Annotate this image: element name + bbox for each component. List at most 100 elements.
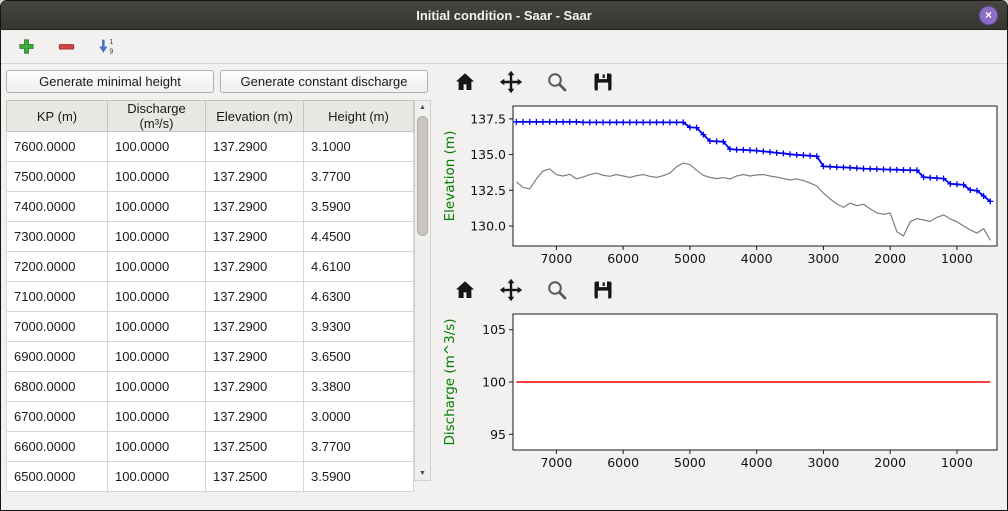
sort-button[interactable]: 1 9: [93, 34, 119, 60]
table-row[interactable]: 6800.0000100.0000137.29003.3800: [7, 372, 414, 402]
table-cell[interactable]: 137.2500: [206, 432, 304, 462]
table-cell[interactable]: 100.0000: [108, 192, 206, 222]
table-cell[interactable]: 7000.0000: [7, 312, 108, 342]
table-cell[interactable]: 3.6500: [304, 342, 414, 372]
table-cell[interactable]: 7300.0000: [7, 222, 108, 252]
table-cell[interactable]: 137.2900: [206, 282, 304, 312]
table-cell[interactable]: 100.0000: [108, 342, 206, 372]
column-header[interactable]: KP (m): [7, 101, 108, 132]
save-button[interactable]: [589, 68, 617, 96]
column-header[interactable]: Height (m): [304, 101, 414, 132]
table-cell[interactable]: 7600.0000: [7, 132, 108, 162]
table-cell[interactable]: 3.5900: [304, 462, 414, 492]
table-cell[interactable]: 7500.0000: [7, 162, 108, 192]
table-cell[interactable]: 3.5900: [304, 192, 414, 222]
table-cell[interactable]: 137.2900: [206, 192, 304, 222]
table-cell[interactable]: 100.0000: [108, 402, 206, 432]
table-zone: KP (m)Discharge (m³/s)Elevation (m)Heigh…: [6, 100, 433, 492]
svg-text:137.5: 137.5: [470, 111, 506, 126]
table-cell[interactable]: 3.1000: [304, 132, 414, 162]
home-button[interactable]: [451, 68, 479, 96]
table-cell[interactable]: 4.4500: [304, 222, 414, 252]
table-row[interactable]: 6600.0000100.0000137.25003.7700: [7, 432, 414, 462]
table-cell[interactable]: 137.2900: [206, 312, 304, 342]
generator-buttons: Generate minimal height Generate constan…: [6, 70, 433, 93]
table-row[interactable]: 7100.0000100.0000137.29004.6300: [7, 282, 414, 312]
table-cell[interactable]: 4.6100: [304, 252, 414, 282]
table-cell[interactable]: 3.7700: [304, 432, 414, 462]
generate-minimal-height-button[interactable]: Generate minimal height: [6, 70, 214, 93]
delete-row-button[interactable]: [53, 34, 79, 60]
svg-text:Elevation (m): Elevation (m): [442, 131, 458, 222]
column-header[interactable]: Elevation (m): [206, 101, 304, 132]
table-cell[interactable]: 3.9300: [304, 312, 414, 342]
scroll-down-icon[interactable]: ▼: [415, 467, 430, 480]
table-vertical-scrollbar[interactable]: ▲ ▼: [414, 100, 431, 481]
titlebar[interactable]: Initial condition - Saar - Saar ×: [1, 1, 1007, 30]
generate-constant-discharge-button[interactable]: Generate constant discharge: [220, 70, 428, 93]
svg-text:4000: 4000: [741, 251, 773, 266]
pan-icon: [499, 278, 523, 302]
table-cell[interactable]: 6600.0000: [7, 432, 108, 462]
table-cell[interactable]: 100.0000: [108, 282, 206, 312]
table-cell[interactable]: 6700.0000: [7, 402, 108, 432]
table-cell[interactable]: 137.2900: [206, 372, 304, 402]
table-cell[interactable]: 100.0000: [108, 252, 206, 282]
table-cell[interactable]: 100.0000: [108, 132, 206, 162]
zoom-icon: [545, 278, 569, 302]
discharge-chart[interactable]: 700060005000400030002000100010510095Disc…: [439, 308, 1005, 476]
sort-digit-top: 1: [109, 39, 113, 46]
table-cell[interactable]: 137.2900: [206, 342, 304, 372]
table-row[interactable]: 7000.0000100.0000137.29003.9300: [7, 312, 414, 342]
table-cell[interactable]: 7100.0000: [7, 282, 108, 312]
close-icon[interactable]: ×: [979, 6, 998, 25]
zoom-button[interactable]: [543, 276, 571, 304]
save-button[interactable]: [589, 276, 617, 304]
table-cell[interactable]: 100.0000: [108, 372, 206, 402]
table-cell[interactable]: 137.2900: [206, 132, 304, 162]
table-cell[interactable]: 6500.0000: [7, 462, 108, 492]
table-row[interactable]: 7200.0000100.0000137.29004.6100: [7, 252, 414, 282]
table-row[interactable]: 7500.0000100.0000137.29003.7700: [7, 162, 414, 192]
table-row[interactable]: 6700.0000100.0000137.29003.0000: [7, 402, 414, 432]
pan-button[interactable]: [497, 276, 525, 304]
table-cell[interactable]: 7200.0000: [7, 252, 108, 282]
svg-text:4000: 4000: [741, 455, 773, 470]
scrollbar-thumb[interactable]: [417, 116, 428, 236]
table-cell[interactable]: 6900.0000: [7, 342, 108, 372]
table-cell[interactable]: 100.0000: [108, 462, 206, 492]
home-button[interactable]: [451, 276, 479, 304]
table-row[interactable]: 7300.0000100.0000137.29004.4500: [7, 222, 414, 252]
table-row[interactable]: 7600.0000100.0000137.29003.1000: [7, 132, 414, 162]
table-cell[interactable]: 3.7700: [304, 162, 414, 192]
svg-text:7000: 7000: [540, 251, 572, 266]
table-cell[interactable]: 100.0000: [108, 312, 206, 342]
table-row[interactable]: 7400.0000100.0000137.29003.5900: [7, 192, 414, 222]
table-cell[interactable]: 4.6300: [304, 282, 414, 312]
table-cell[interactable]: 3.3800: [304, 372, 414, 402]
table-cell[interactable]: 137.2900: [206, 252, 304, 282]
table-cell[interactable]: 100.0000: [108, 432, 206, 462]
table-cell[interactable]: 137.2900: [206, 162, 304, 192]
window-title: Initial condition - Saar - Saar: [416, 8, 592, 23]
table-cell[interactable]: 137.2900: [206, 222, 304, 252]
zoom-button[interactable]: [543, 68, 571, 96]
svg-text:7000: 7000: [540, 455, 572, 470]
sort-digit-bottom: 9: [109, 48, 113, 55]
table-cell[interactable]: 137.2500: [206, 462, 304, 492]
table-cell[interactable]: 3.0000: [304, 402, 414, 432]
table-cell[interactable]: 100.0000: [108, 162, 206, 192]
table-row[interactable]: 6900.0000100.0000137.29003.6500: [7, 342, 414, 372]
table-row[interactable]: 6500.0000100.0000137.25003.5900: [7, 462, 414, 492]
table-cell[interactable]: 100.0000: [108, 222, 206, 252]
elevation-chart[interactable]: 7000600050004000300020001000137.5135.013…: [439, 100, 1005, 272]
scroll-up-icon[interactable]: ▲: [415, 101, 430, 114]
table-cell[interactable]: 137.2900: [206, 402, 304, 432]
home-icon: [453, 278, 477, 302]
add-row-button[interactable]: [13, 34, 39, 60]
column-header[interactable]: Discharge (m³/s): [108, 101, 206, 132]
table-cell[interactable]: 7400.0000: [7, 192, 108, 222]
table-cell[interactable]: 6800.0000: [7, 372, 108, 402]
svg-text:95: 95: [490, 427, 506, 442]
pan-button[interactable]: [497, 68, 525, 96]
